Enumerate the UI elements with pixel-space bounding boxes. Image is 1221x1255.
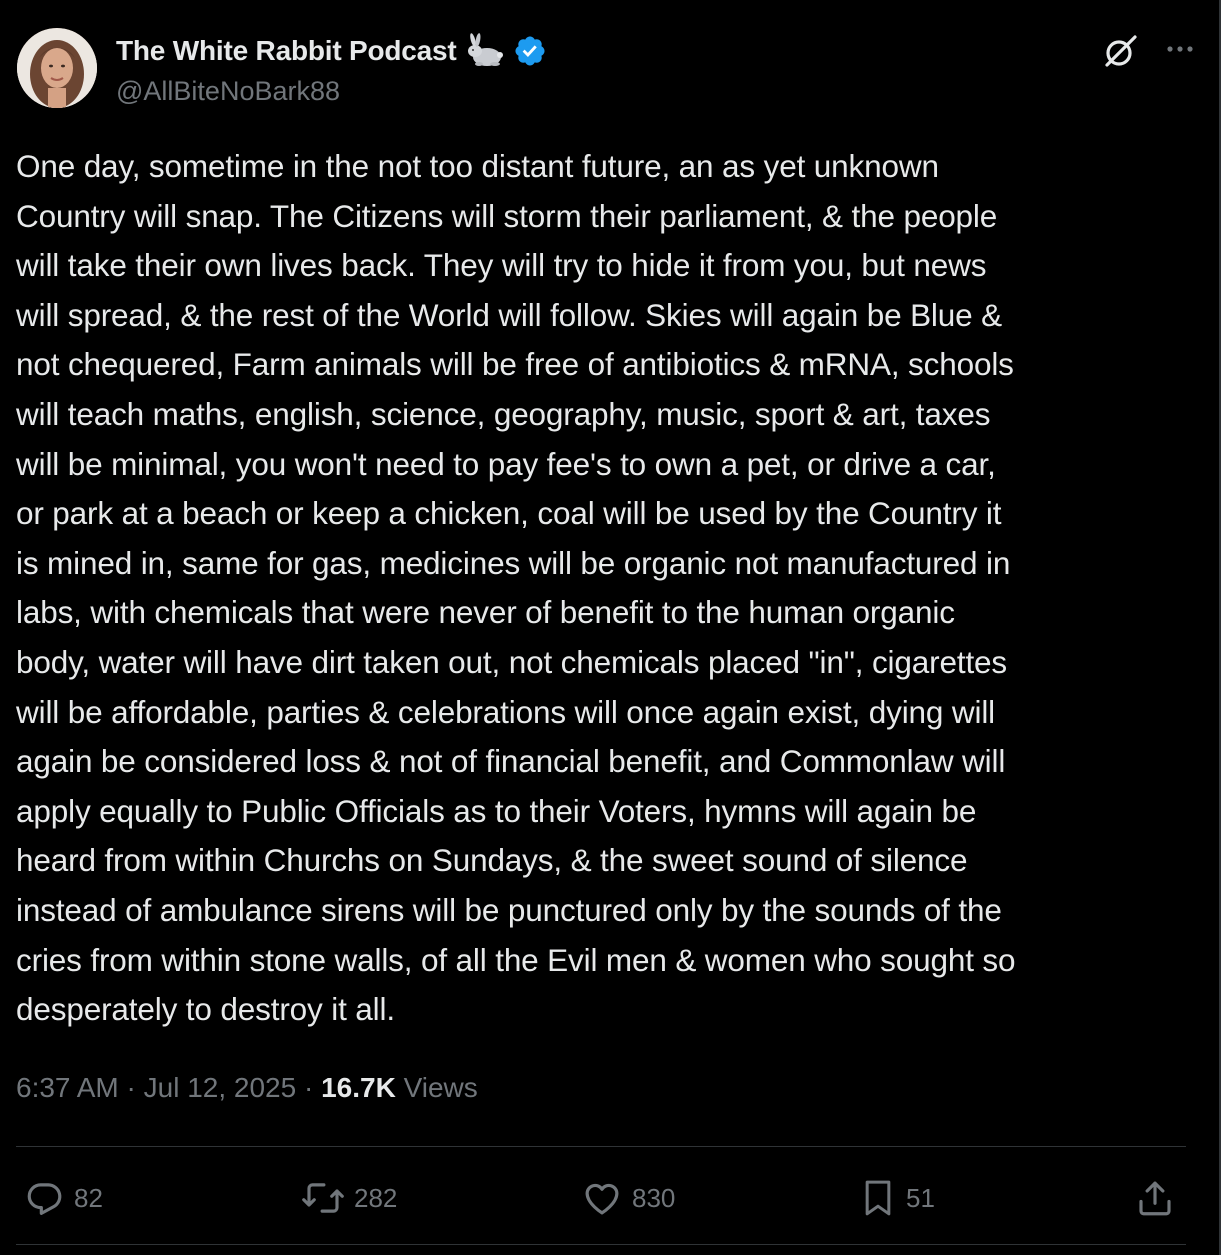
avatar[interactable] [17,28,97,108]
divider-top [16,1146,1186,1147]
more-options-icon[interactable] [1163,32,1197,66]
author-handle[interactable]: @AllBiteNoBark88 [116,76,547,107]
share-button[interactable] [1134,1170,1176,1226]
bookmark-count: 51 [906,1182,935,1213]
heart-icon [580,1177,624,1219]
tweet-time[interactable]: 6:37 AM [16,1072,119,1103]
like-button[interactable]: 830 [580,1170,675,1226]
bookmark-icon [858,1176,898,1220]
views-count[interactable]: 16.7K [321,1072,396,1103]
reply-icon [24,1177,66,1219]
reply-count: 82 [74,1182,103,1213]
meta-separator-2: · [296,1072,322,1103]
action-bar: 82 282 830 51 [16,1170,1186,1226]
tweet-meta: 6:37 AM · Jul 12, 2025 · 16.7K Views [16,1072,478,1104]
tweet-card: The White Rabbit Podcast @AllBiteNoBark8… [0,0,1221,1255]
reply-button[interactable]: 82 [24,1170,103,1226]
tweet-date[interactable]: Jul 12, 2025 [144,1072,297,1103]
repost-button[interactable]: 282 [300,1170,397,1226]
display-name-row: The White Rabbit Podcast [116,32,547,70]
display-name[interactable]: The White Rabbit Podcast [116,35,457,67]
share-icon [1134,1177,1176,1219]
author-names: The White Rabbit Podcast @AllBiteNoBark8… [116,32,547,107]
repost-count: 282 [354,1182,398,1213]
repost-icon [300,1177,346,1219]
meta-separator: · [118,1072,144,1103]
verified-badge-icon[interactable] [513,34,547,68]
tweet-text: One day, sometime in the not too distant… [16,148,1016,1028]
tweet-header: The White Rabbit Podcast @AllBiteNoBark8… [17,28,1197,112]
bookmark-button[interactable]: 51 [858,1170,935,1226]
grok-icon[interactable] [1102,32,1140,70]
like-count: 830 [632,1182,676,1213]
views-label[interactable]: Views [396,1072,478,1103]
divider-bottom [16,1244,1186,1245]
rabbit-icon [465,33,505,69]
